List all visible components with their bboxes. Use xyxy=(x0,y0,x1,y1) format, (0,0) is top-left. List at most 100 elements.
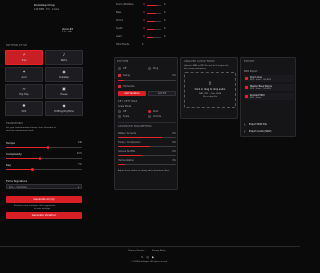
generate-variation-button[interactable]: Generate Variation xyxy=(6,212,82,219)
swing-slider[interactable] xyxy=(118,80,176,81)
param-slider[interactable] xyxy=(118,155,176,156)
scale-mode-group: Off Root Scale Chords xyxy=(118,109,176,118)
param-slider[interactable] xyxy=(118,137,176,138)
radio-off[interactable]: Off xyxy=(118,66,146,70)
export-panel: EXPORT MIDI Export Drum loop MIDI · 4 ba… xyxy=(240,57,296,137)
swing-checkbox[interactable] xyxy=(118,74,121,77)
dubstep-meta: 140 BPM · Fm · 4 bars xyxy=(34,8,60,11)
style-tile-trap[interactable]: ⚡ Trap xyxy=(5,50,43,65)
transform-desc: Set your transformation factors, then Ge… xyxy=(6,127,56,129)
slider-label: Complexity xyxy=(6,152,22,156)
music-note-icon: ♪ xyxy=(62,52,66,58)
vocal-block[interactable]: Vocal #2 1:1s · ahh xyxy=(62,28,92,36)
export-subtitle: MIDI Export xyxy=(244,70,258,73)
discord-icon[interactable]: ◎ xyxy=(146,255,149,259)
param-slider[interactable] xyxy=(118,146,176,147)
style-tile-house[interactable]: ▣ House xyxy=(45,84,83,99)
export-audio-button[interactable]: ⤓ Export Audio (WAV) xyxy=(244,129,294,134)
slider-value: 45% xyxy=(76,152,82,155)
fire-icon: ✺ xyxy=(22,103,26,109)
volume-slider[interactable] xyxy=(147,28,161,30)
mixer-row-label: Bass xyxy=(116,11,122,14)
lightning-icon: ⚡ xyxy=(22,52,26,58)
mute-button[interactable]: M xyxy=(143,35,145,38)
tempo-slider[interactable] xyxy=(6,146,82,149)
volume-slider[interactable] xyxy=(147,20,161,22)
x-icon[interactable]: 𝕏 xyxy=(141,255,143,259)
solo-button[interactable]: S xyxy=(164,35,165,38)
vocal-meta: 1:1s · ahh xyxy=(62,31,72,33)
dubstep-block[interactable]: Dubstep Drop 140 BPM · Fm · 4 bars xyxy=(34,3,86,13)
analyzer-title: ANALYZE AUDIO FROM xyxy=(184,60,215,63)
export-item[interactable]: Master Bass Stems MIDI · 4 bars · 140 BP… xyxy=(244,84,294,91)
scale-opt-root[interactable]: Root xyxy=(148,109,176,113)
complexity-slider[interactable] xyxy=(6,157,82,160)
radio-button[interactable] xyxy=(148,66,151,70)
solo-button[interactable]: S xyxy=(164,27,165,30)
swing-value: 0% xyxy=(172,74,176,78)
scale-mode-label: Scale Mode xyxy=(118,105,132,108)
footer-link-privacy[interactable]: Privacy Policy xyxy=(152,250,166,252)
radio-button[interactable] xyxy=(148,114,151,118)
mute-button[interactable]: M xyxy=(143,27,145,30)
mixer-row-label: Synth xyxy=(116,27,123,30)
style-tile-metro[interactable]: ♪ Metro xyxy=(45,50,83,65)
scale-opt-off[interactable]: Off xyxy=(118,109,146,113)
param-value: 0% xyxy=(172,159,176,162)
star-icon: ✦ xyxy=(22,69,26,75)
solo-button[interactable]: S xyxy=(164,19,165,22)
footer-copyright: © 2024 Beat Engine. All rights reserved. xyxy=(131,261,168,263)
rhythm-section-title: RHYTHM xyxy=(117,60,129,63)
advanced-title: ADVANCED PARAMETERS xyxy=(118,125,152,128)
mixer: Drum (Wobble) M S Bass M S Chord M S Syn… xyxy=(116,2,178,52)
generate-all-label: Generate All (G) xyxy=(33,198,55,201)
radio-button[interactable] xyxy=(118,114,121,118)
export-item[interactable]: Kontakt MIDI MIDI · 4 bars xyxy=(244,93,294,100)
footer-divider xyxy=(0,246,300,247)
export-item[interactable]: Drum loop MIDI · 4 bars · 140 BPM xyxy=(244,75,294,82)
style-tile-dubstep[interactable]: ◉ Dubstep xyxy=(45,67,83,82)
style-tile-label: Acid xyxy=(21,75,27,79)
solo-button[interactable]: S xyxy=(164,3,165,6)
add-fill-button[interactable]: Add Fill xyxy=(148,91,176,96)
volume-slider[interactable] xyxy=(147,36,161,38)
generate-all-button[interactable]: Generate All (G) xyxy=(6,196,82,203)
humanize-checkbox[interactable] xyxy=(118,85,121,88)
download-icon: ⤓ xyxy=(244,122,246,126)
radio-button[interactable] xyxy=(118,109,121,113)
radio-button[interactable] xyxy=(118,66,121,70)
drum-icon: ◉ xyxy=(62,69,66,75)
mute-button[interactable]: M xyxy=(143,11,145,14)
social-icons: 𝕏 ◎ ▶ xyxy=(141,255,159,259)
mixer-row: Drum (Wobble) M S xyxy=(116,2,178,7)
style-tile-label: Drill xyxy=(21,109,27,113)
mixer-row: Lead M S xyxy=(116,34,178,39)
param-slider[interactable] xyxy=(118,164,176,165)
humanize-label: Humanize xyxy=(123,85,135,89)
volume-slider[interactable] xyxy=(147,12,161,14)
mute-button[interactable]: M xyxy=(143,19,145,22)
style-tile-drill[interactable]: ✺ Drill xyxy=(5,101,43,116)
add-variation-button[interactable]: Add Variation xyxy=(118,91,146,96)
export-item-checkbox[interactable] xyxy=(245,86,248,89)
radio-ring[interactable]: Ring xyxy=(148,66,176,70)
audio-dropzone[interactable]: ⇪ Click or drag to drop audio WAV, MP3 —… xyxy=(184,72,236,108)
swing-row: Swing 0% xyxy=(118,74,176,82)
scale-opt-scale[interactable]: Scale xyxy=(118,114,146,118)
key-slider[interactable] xyxy=(6,168,82,171)
scale-opt-chords[interactable]: Chords xyxy=(148,114,176,118)
mute-button[interactable]: M xyxy=(143,3,145,6)
time-sig-select[interactable]: 4/4 — Common ▾ xyxy=(6,184,82,189)
style-tile-drifting[interactable]: ◆ Drifting Rhythms xyxy=(45,101,83,116)
analyzer-panel: ANALYZE AUDIO FROM Upload a WAV or MP3 f… xyxy=(180,57,238,119)
style-tile-acid[interactable]: ✦ Acid xyxy=(5,67,43,82)
export-item-checkbox[interactable] xyxy=(245,77,248,80)
radio-button[interactable] xyxy=(148,109,151,113)
export-item-checkbox[interactable] xyxy=(245,95,248,98)
volume-slider[interactable] xyxy=(147,4,161,6)
youtube-icon[interactable]: ▶ xyxy=(152,255,154,259)
solo-button[interactable]: S xyxy=(164,11,165,14)
export-midi-button[interactable]: ⤓ Export MIDI File xyxy=(244,122,294,127)
footer-link-terms[interactable]: Terms of Service xyxy=(128,250,144,252)
style-tile-hiphop[interactable]: ≈ Hip Hop xyxy=(5,84,43,99)
